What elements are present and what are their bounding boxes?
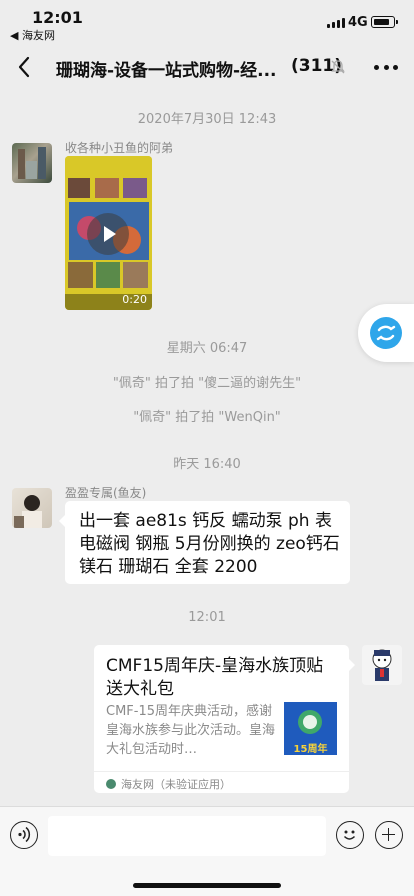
message-bubble[interactable]: 出一套 ae81s 钙反 蠕动泵 ph 表 电磁阀 钢瓶 5月份刚换的 zeo钙… bbox=[59, 501, 350, 584]
mute-bell-icon bbox=[331, 60, 345, 74]
sender-name: 收各种小丑鱼的阿弟 bbox=[65, 141, 174, 155]
timestamp: 昨天 16:40 bbox=[173, 457, 241, 472]
back-to-app-link[interactable]: ◀ 海友网 bbox=[10, 27, 55, 43]
back-arrow-icon[interactable] bbox=[14, 54, 36, 80]
more-options-icon[interactable] bbox=[374, 62, 398, 72]
sender-avatar[interactable] bbox=[12, 488, 52, 528]
app-source-icon bbox=[106, 779, 116, 789]
status-bar: 12:01 ◀ 海友网 4G bbox=[0, 0, 414, 44]
chat-header: 珊瑚海-设备一站式购物-经... (311) bbox=[0, 44, 414, 90]
status-time: 12:01 bbox=[32, 8, 83, 27]
link-card-message[interactable]: CMF15周年庆-皇海水族顶贴送大礼包 CMF-15周年庆典活动，感谢皇海水族参… bbox=[94, 645, 355, 793]
input-bar bbox=[0, 806, 414, 896]
timestamp: 12:01 bbox=[188, 610, 226, 625]
message-input[interactable] bbox=[48, 816, 326, 856]
chat-title: 珊瑚海-设备一站式购物-经... bbox=[56, 61, 277, 81]
signal-icon bbox=[327, 17, 345, 28]
link-thumbnail-label: 15周年 bbox=[293, 744, 328, 755]
video-message[interactable]: 0:20 bbox=[65, 156, 152, 310]
more-actions-plus-icon[interactable] bbox=[375, 821, 403, 849]
message-text: 出一套 ae81s 钙反 蠕动泵 ph 表 电磁阀 钢瓶 5月份刚换的 zeo钙… bbox=[79, 511, 340, 577]
emoji-icon[interactable] bbox=[336, 821, 364, 849]
system-message: "佩奇" 拍了拍 "WenQin" bbox=[133, 410, 281, 425]
home-indicator bbox=[133, 883, 281, 888]
sender-name: 盈盈专属(鱼友) bbox=[65, 486, 147, 500]
link-source-label: 海友网（未验证应用） bbox=[121, 778, 231, 791]
link-source[interactable]: 海友网（未验证应用） bbox=[94, 771, 349, 793]
voice-input-icon[interactable] bbox=[10, 821, 38, 849]
link-description: CMF-15周年庆典活动，感谢皇海水族参与此次活动。皇海大礼包活动时… bbox=[106, 704, 276, 757]
system-message: "佩奇" 拍了拍 "傻二逼的谢先生" bbox=[112, 376, 302, 391]
my-avatar[interactable] bbox=[362, 645, 402, 685]
battery-icon bbox=[371, 16, 398, 28]
sender-avatar[interactable] bbox=[12, 143, 52, 183]
link-thumbnail: 15周年 bbox=[284, 702, 337, 755]
timestamp: 2020年7月30日 12:43 bbox=[137, 112, 277, 127]
video-duration: 0:20 bbox=[122, 293, 147, 306]
timestamp: 星期六 06:47 bbox=[166, 341, 248, 356]
link-title: CMF15周年庆-皇海水族顶贴送大礼包 bbox=[106, 656, 324, 699]
play-icon[interactable] bbox=[87, 213, 129, 255]
network-type: 4G bbox=[348, 15, 368, 30]
